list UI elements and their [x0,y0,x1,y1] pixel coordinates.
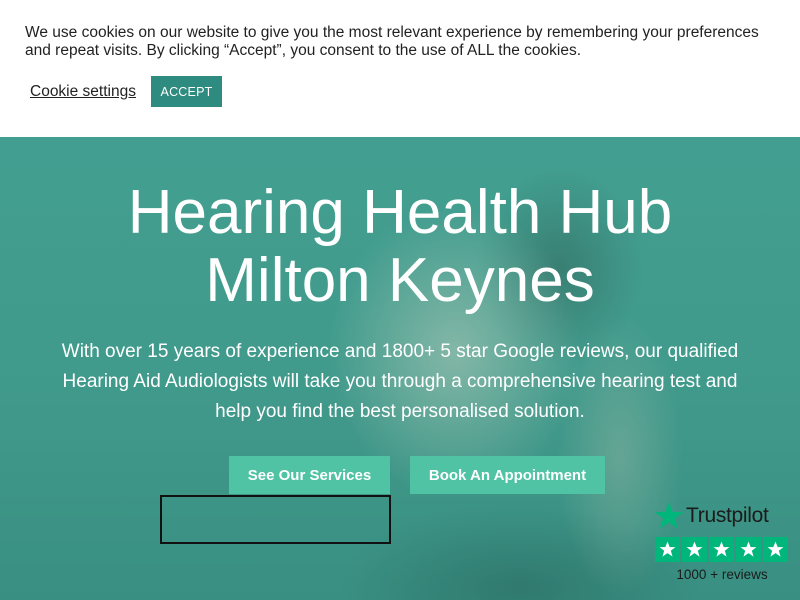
rating-star-icon [763,537,788,562]
hero-description: With over 15 years of experience and 180… [61,341,739,422]
book-appointment-button[interactable]: Book An Appointment [410,456,605,494]
trustpilot-brand: Trustpilot [686,504,769,527]
cookie-banner: We use cookies on our website to give yo… [0,0,800,137]
trustpilot-star-icon [654,502,684,529]
hero-section: Hearing Health Hub Milton Keynes With ov… [0,137,800,600]
hero-title: Hearing Health Hub Milton Keynes [0,179,800,315]
rating-star-icon [682,537,707,562]
trustpilot-rating-stars [655,537,788,562]
rating-star-icon [709,537,734,562]
trustpilot-reviews-count: 1000 + reviews [676,567,768,582]
see-our-services-button[interactable]: See Our Services [229,456,390,494]
trustpilot-logo: Trustpilot [652,499,792,533]
cookie-message: We use cookies on our website to give yo… [25,24,759,59]
cookie-settings-link[interactable]: Cookie settings [30,83,136,101]
hero-title-line2: Milton Keynes [205,246,595,315]
rating-star-icon [736,537,761,562]
hero-title-line1: Hearing Health Hub [127,178,673,247]
outlined-box [160,495,391,544]
accept-cookies-button[interactable]: ACCEPT [151,76,222,107]
rating-star-icon [655,537,680,562]
trustpilot-widget[interactable]: Trustpilot 1000 + reviews [652,499,792,589]
